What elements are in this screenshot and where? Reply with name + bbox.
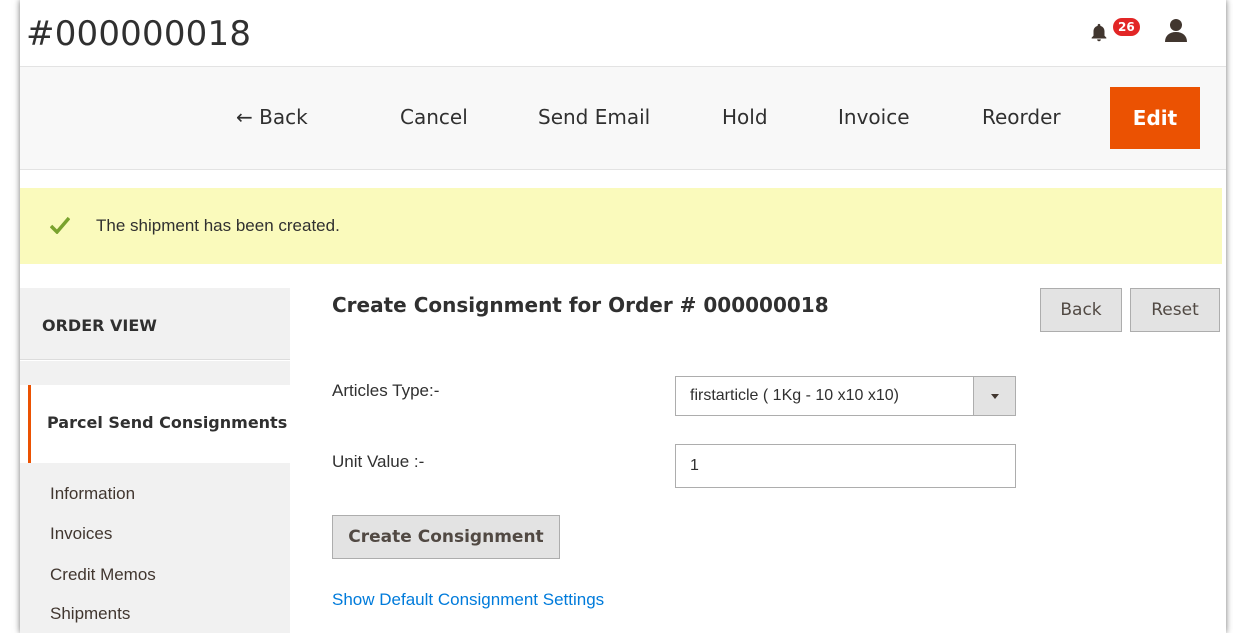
select-toggle[interactable] [973,377,1015,415]
sidebar-divider [20,361,290,385]
window: #000000018 26 ← Back Cancel Send Email H… [20,0,1226,633]
form-reset-button[interactable]: Reset [1130,288,1220,332]
page-actions-bar: ← Back Cancel Send Email Hold Invoice Re… [20,66,1226,170]
sidebar-heading-label: ORDER VIEW [42,316,157,335]
create-consignment-button[interactable]: Create Consignment [332,515,560,559]
articles-type-selected-value: firstarticle ( 1Kg - 10 x10 x10) [690,387,899,404]
checkmark-icon [49,216,71,235]
sidebar-item-information[interactable]: Information [50,484,135,504]
back-button[interactable]: ← Back [236,105,308,129]
notifications-count-badge[interactable]: 26 [1112,17,1141,37]
hold-button[interactable]: Hold [722,105,768,129]
sidebar-item-shipments[interactable]: Shipments [50,604,130,624]
user-account-icon[interactable] [1164,18,1190,46]
sidebar-item-credit-memos[interactable]: Credit Memos [50,565,156,585]
chevron-down-icon [991,394,999,399]
success-message: The shipment has been created. [20,188,1222,264]
sidebar-heading: ORDER VIEW [20,288,290,360]
unit-value-input[interactable]: 1 [675,444,1016,488]
sidebar-list: Information Invoices Credit Memos Shipme… [20,463,290,633]
cancel-button[interactable]: Cancel [400,105,468,129]
invoice-button[interactable]: Invoice [838,105,910,129]
form-back-button[interactable]: Back [1040,288,1122,332]
success-message-text: The shipment has been created. [96,216,340,235]
sidebar-tab-label: Parcel Send Consignments [47,413,288,432]
sidebar-item-invoices[interactable]: Invoices [50,524,112,544]
articles-type-label: Articles Type:- [332,381,440,400]
send-email-button[interactable]: Send Email [538,105,650,129]
reorder-button[interactable]: Reorder [982,105,1061,129]
edit-button[interactable]: Edit [1110,87,1200,149]
articles-type-select[interactable]: firstarticle ( 1Kg - 10 x10 x10) [675,376,1016,416]
sidebar-tab-parcel-send-consignments[interactable]: Parcel Send Consignments [28,385,290,463]
unit-value-label: Unit Value :- [332,452,425,471]
show-default-consignment-settings-link[interactable]: Show Default Consignment Settings [332,590,604,610]
page-title: #000000018 [26,14,252,54]
section-title: Create Consignment for Order # 000000018 [332,293,829,317]
